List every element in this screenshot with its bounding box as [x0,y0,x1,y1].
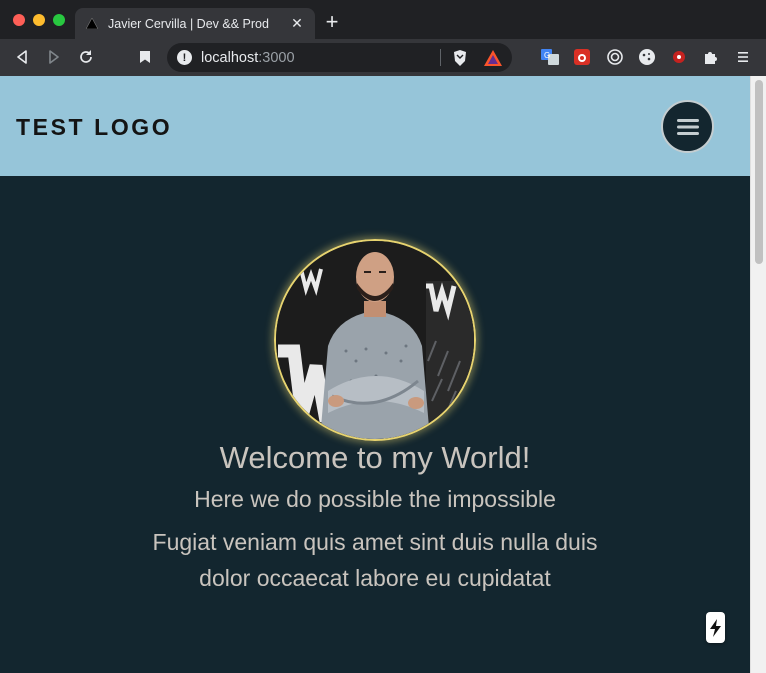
address-divider [440,49,441,66]
hero-subtitle: Here we do possible the impossible [194,486,556,512]
triangle-favicon-icon [85,17,99,31]
back-icon[interactable] [12,47,32,67]
scrollbar-thumb[interactable] [755,80,763,264]
record-icon[interactable] [669,47,689,67]
close-tab-icon[interactable]: ✕ [289,15,305,32]
svg-text:G: G [544,51,550,60]
browser-tab[interactable]: Javier Cervilla | Dev && Prod ✕ [75,8,315,39]
target-icon[interactable] [605,47,625,67]
brave-shield-icon[interactable] [450,48,470,68]
address-bar[interactable]: ! localhost :3000 [167,43,512,72]
bookmark-icon[interactable] [135,47,155,67]
hero-body: Fugiat veniam quis amet sint duis nulla … [152,529,598,591]
reload-icon[interactable] [76,47,96,67]
window-zoom-button[interactable] [53,14,65,26]
hero-title: Welcome to my World! [219,440,531,475]
page-viewport: TEST LOGO Welcome to my World! Here we d… [0,76,750,673]
profile-avatar [274,239,476,441]
browser-tab-strip: Javier Cervilla | Dev && Prod ✕ + [0,0,766,39]
site-logo[interactable]: TEST LOGO [16,114,172,141]
hamburger-icon [676,118,699,135]
site-header: TEST LOGO [0,76,750,176]
brave-rewards-icon[interactable] [483,48,503,68]
hamburger-menu-button[interactable] [661,100,714,153]
site-info-icon[interactable]: ! [177,50,192,65]
menu-icon[interactable] [733,47,753,67]
cookie-icon[interactable] [637,47,657,67]
window-close-button[interactable] [13,14,25,26]
vertical-scrollbar[interactable] [750,76,766,673]
puzzle-icon[interactable] [701,47,721,67]
lightning-icon[interactable] [706,612,725,643]
bug-icon[interactable] [572,47,592,67]
new-tab-button[interactable]: + [322,11,342,33]
browser-toolbar: ! localhost :3000 G [0,39,766,76]
forward-icon[interactable] [44,47,64,67]
address-host: localhost [201,49,259,66]
window-minimize-button[interactable] [33,14,45,26]
translate-icon[interactable]: G [540,47,560,67]
tab-title: Javier Cervilla | Dev && Prod [108,16,269,31]
address-port: :3000 [258,49,295,66]
